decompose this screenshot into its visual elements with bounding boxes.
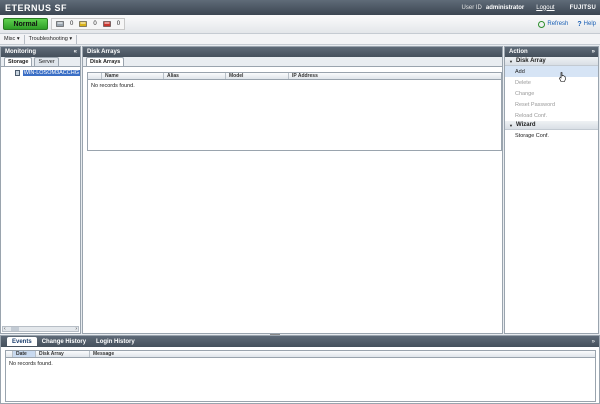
info-count-value: 0 (70, 21, 74, 27)
action-add[interactable]: Add (505, 66, 598, 77)
info-count[interactable]: 0 (56, 21, 73, 27)
error-count-value: 0 (116, 21, 121, 27)
disk-arrays-tabs: Disk Arrays (83, 57, 502, 67)
section-expand-icon: ▼ (509, 58, 513, 64)
system-status-button[interactable]: Normal (3, 18, 48, 30)
collapse-bottom-icon[interactable]: » (592, 339, 595, 345)
section-wizard-label: Wizard (515, 122, 536, 128)
column-disk-array[interactable]: Disk Array (36, 351, 90, 357)
user-area: User ID administrator Logout FUJITSU (462, 5, 600, 11)
empty-message: No records found. (91, 83, 135, 89)
action-panel-title: Action » (505, 47, 598, 57)
tree-item-server[interactable]: WIN-LOSOM3ACCHG (15, 70, 80, 76)
select-column[interactable] (88, 73, 102, 79)
user-id-label: User ID (461, 4, 482, 11)
logout-link[interactable]: Logout (536, 5, 554, 11)
column-name[interactable]: Name (102, 73, 164, 79)
action-panel: Action » ▼ Disk Array Add Delete Change … (504, 46, 599, 334)
select-column[interactable] (6, 351, 13, 357)
help-label: Help (583, 21, 596, 27)
action-reset-password[interactable]: Reset Password (505, 99, 598, 110)
menu-troubleshooting[interactable]: Troubleshooting ▾ (25, 34, 78, 44)
column-model[interactable]: Model (226, 73, 289, 79)
refresh-button[interactable]: Refresh (538, 20, 569, 28)
help-icon: ? (577, 20, 582, 28)
tab-storage[interactable]: Storage (4, 57, 33, 66)
disk-arrays-title: Disk Arrays (87, 49, 121, 55)
monitoring-panel: Monitoring « Storage Server WIN-LOSOM3AC… (0, 46, 81, 334)
scrollbar-thumb[interactable] (11, 327, 19, 331)
user-id-value: administrator (485, 4, 525, 11)
collapse-left-icon[interactable]: « (74, 49, 77, 55)
disk-arrays-panel-title: Disk Arrays (83, 47, 502, 57)
error-count[interactable]: 0 (102, 21, 121, 27)
menu-bar: Misc ▾ Troubleshooting ▾ (0, 34, 600, 45)
fujitsu-logo: FUJITSU (569, 4, 596, 11)
section-disk-array-label: Disk Array (515, 58, 546, 64)
error-status-icon (102, 21, 111, 27)
app-logo: ETERNUS SF (5, 2, 68, 13)
tab-login-history[interactable]: Login History (91, 337, 140, 346)
history-tabs: Events Change History Login History » (1, 336, 599, 347)
column-message[interactable]: Message (90, 351, 595, 357)
collapse-right-icon[interactable]: » (592, 49, 595, 55)
column-date[interactable]: Date (13, 351, 36, 357)
menu-misc[interactable]: Misc ▾ (0, 34, 25, 44)
refresh-label: Refresh (547, 21, 569, 27)
warning-status-icon (79, 21, 88, 27)
status-bar: Normal 0 0 0 Refresh ? Help (0, 15, 600, 34)
tab-change-history[interactable]: Change History (37, 337, 91, 346)
hand-cursor-icon (559, 72, 566, 82)
monitoring-panel-title: Monitoring « (1, 47, 80, 57)
refresh-icon (538, 20, 546, 28)
tree-item-label: WIN-LOSOM3ACCHG (22, 70, 80, 76)
action-storage-conf[interactable]: Storage Conf. (505, 130, 598, 141)
server-icon (15, 70, 20, 76)
action-change[interactable]: Change (505, 88, 598, 99)
warning-count-value: 0 (93, 21, 97, 27)
action-delete[interactable]: Delete (505, 77, 598, 88)
column-alias[interactable]: Alias (164, 73, 226, 79)
action-title: Action (509, 49, 528, 55)
warning-count[interactable]: 0 (79, 21, 97, 27)
help-button[interactable]: ? Help (577, 21, 596, 28)
tab-events[interactable]: Events (7, 337, 37, 346)
status-counts: 0 0 0 (51, 18, 126, 30)
events-empty-message: No records found. (9, 361, 53, 367)
scroll-left-icon[interactable]: ‹ (4, 326, 6, 332)
events-table-header: Date Disk Array Message (6, 351, 595, 358)
scroll-right-icon[interactable]: › (75, 326, 77, 332)
section-wizard[interactable]: ▼ Wizard (505, 121, 598, 130)
section-expand-icon: ▼ (509, 122, 513, 128)
tab-server[interactable]: Server (34, 57, 59, 66)
column-ip-address[interactable]: IP Address (289, 73, 501, 79)
events-table: Date Disk Array Message No records found… (5, 350, 596, 402)
left-horizontal-scrollbar[interactable]: ‹ › (2, 326, 79, 332)
disk-arrays-panel: Disk Arrays Disk Arrays Name Alias Model… (82, 46, 503, 334)
disk-arrays-table-header: Name Alias Model IP Address (88, 73, 501, 80)
tab-disk-arrays[interactable]: Disk Arrays (86, 57, 125, 66)
monitoring-tabs: Storage Server (1, 57, 80, 67)
section-disk-array[interactable]: ▼ Disk Array (505, 57, 598, 66)
action-reload-conf[interactable]: Reload Conf. (505, 110, 598, 121)
info-status-icon (56, 21, 64, 27)
monitoring-title: Monitoring (5, 49, 36, 55)
history-pane: Events Change History Login History » Da… (0, 335, 600, 404)
disk-arrays-table: Name Alias Model IP Address No records f… (87, 72, 502, 151)
app-header: ETERNUS SF User ID administrator Logout … (0, 0, 600, 15)
